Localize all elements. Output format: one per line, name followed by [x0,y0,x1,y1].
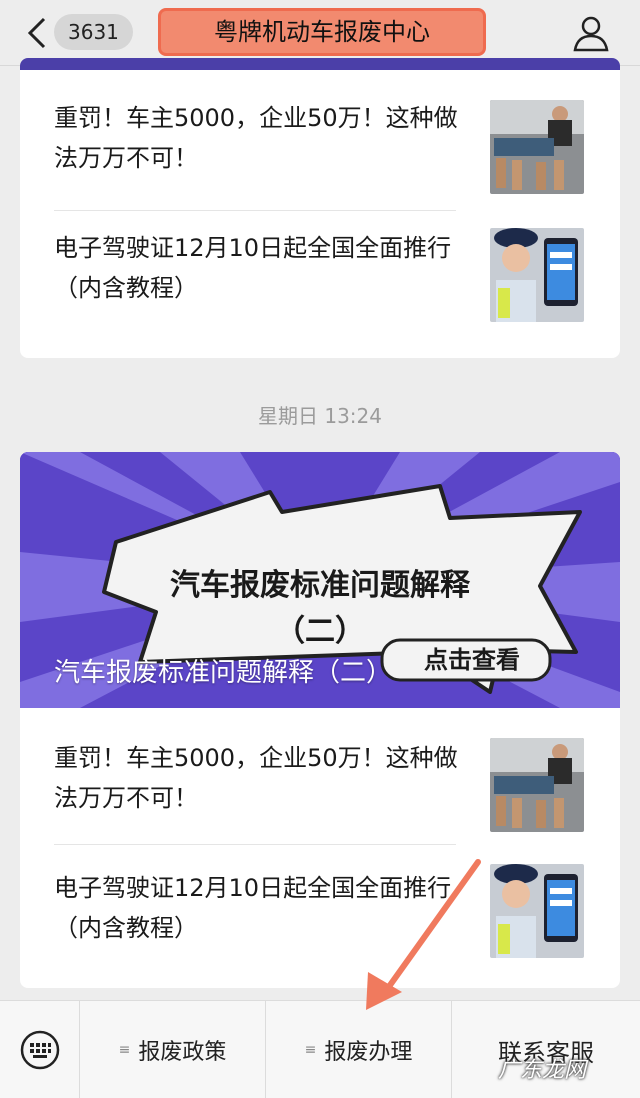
unread-count-badge: 3631 [54,14,133,50]
menu-list-icon: ≡ [304,1042,317,1058]
banner-bubble-title: 汽车报废标准问题解释 [170,568,470,603]
article-card: 汽车报废标准问题解释 （二） 点击查看 汽车报废标准问题解释（二） 重罚！车主5… [20,452,620,988]
view-button[interactable]: 点击查看 [392,640,552,680]
officer-phone-photo-icon [490,228,584,322]
divider [54,844,456,845]
article-item[interactable]: 重罚！车主5000，企业50万！这种做法万万不可！ [20,98,620,228]
article-item[interactable]: 电子驾驶证12月10日起全国全面推行（内含教程） [20,228,620,358]
menu-item-label: 报废办理 [324,1040,413,1065]
officer-phone-photo-icon [490,864,584,958]
menu-item-process[interactable]: ≡ 报废办理 [266,1001,452,1098]
user-profile-icon[interactable] [570,12,612,54]
keyboard-toggle-button[interactable] [0,1001,80,1098]
divider [54,210,456,211]
article-title: 重罚！车主5000，企业50万！这种做法万万不可！ [54,744,458,812]
menu-item-label: 报废政策 [138,1040,227,1065]
article-card: 重罚！车主5000，企业50万！这种做法万万不可！ 电子驾驶证12月10日起全国… [20,58,620,358]
article-item[interactable]: 电子驾驶证12月10日起全国全面推行（内含教程） [20,864,620,988]
chevron-left-icon [27,17,46,49]
featured-article-banner[interactable]: 汽车报废标准问题解释 （二） 点击查看 汽车报废标准问题解释（二） [20,452,620,708]
watermark: 广东龙网 [498,1058,587,1083]
title-highlight: 粤牌机动车报废中心 [158,8,486,56]
page-title: 粤牌机动车报废中心 [214,18,430,46]
banner-headline: 汽车报废标准问题解释（二） [54,658,393,688]
banner-edge [20,58,620,70]
nav-bar: 3631 粤牌机动车报废中心 [0,0,640,66]
article-title: 重罚！车主5000，企业50万！这种做法万万不可！ [54,104,458,172]
menu-list-icon: ≡ [118,1042,131,1058]
article-title: 电子驾驶证12月10日起全国全面推行（内含教程） [54,874,452,942]
back-button[interactable] [22,14,52,52]
mechanic-parts-photo-icon [490,100,584,194]
menu-item-policy[interactable]: ≡ 报废政策 [80,1001,266,1098]
mechanic-parts-photo-icon [490,738,584,832]
article-title: 电子驾驶证12月10日起全国全面推行（内含教程） [54,234,452,302]
article-item[interactable]: 重罚！车主5000，企业50万！这种做法万万不可！ [20,738,620,868]
banner-bubble-subtitle: （二） [275,614,365,649]
keyboard-icon [20,1030,59,1070]
message-timestamp: 星期日 13:24 [258,404,382,428]
